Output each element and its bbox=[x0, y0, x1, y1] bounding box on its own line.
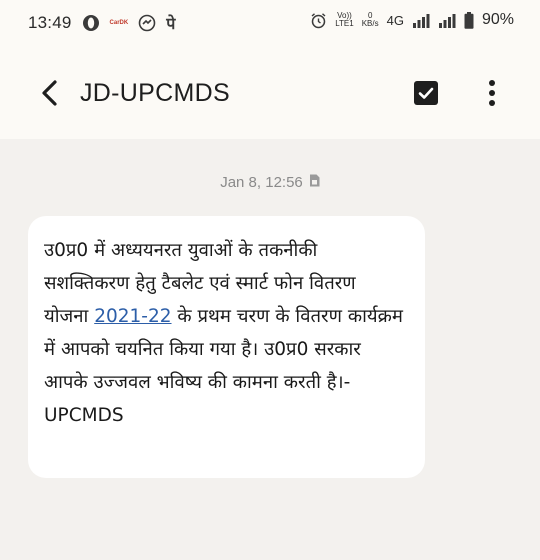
volte-indicator: Vo)) LTE1 bbox=[335, 11, 354, 28]
arrow-left-icon bbox=[42, 80, 57, 106]
network-type: 4G bbox=[386, 12, 404, 28]
conversation-title: JD-UPCMDS bbox=[80, 79, 230, 107]
dial-icon bbox=[138, 14, 156, 32]
alarm-icon bbox=[310, 12, 327, 29]
signal-icon bbox=[412, 13, 430, 28]
signal-icon-sim2 bbox=[438, 13, 456, 28]
data-speed-indicator: 0 KB/s bbox=[361, 11, 379, 28]
message-timestamp: Jan 8, 12:56 bbox=[0, 174, 540, 191]
message-text: उ0प्र0 में अध्ययनरत युवाओं के तकनीकी सशक… bbox=[44, 240, 403, 426]
more-vert-icon bbox=[489, 80, 495, 106]
more-options-button[interactable] bbox=[478, 77, 506, 109]
sim-card-icon bbox=[309, 174, 320, 191]
message-date: Jan 8, 12:56 bbox=[220, 174, 303, 191]
select-button[interactable] bbox=[412, 79, 440, 107]
checkbox-icon bbox=[414, 81, 438, 105]
status-time: 13:49 bbox=[28, 13, 72, 32]
status-left: 13:49 CarDK पे bbox=[28, 12, 175, 34]
battery-level: 90% bbox=[481, 11, 514, 28]
opera-icon bbox=[82, 14, 100, 32]
status-bar: 13:49 CarDK पे Vo)) LTE1 0 KB/s 4G 90% bbox=[0, 0, 540, 44]
message-bubble[interactable]: उ0प्र0 में अध्ययनरत युवाओं के तकनीकी सशक… bbox=[28, 216, 425, 478]
app-bar: JD-UPCMDS bbox=[0, 44, 540, 139]
cardekho-icon: CarDK bbox=[109, 20, 129, 26]
status-right: Vo)) LTE1 0 KB/s 4G 90% bbox=[310, 11, 514, 29]
message-link[interactable]: 2021-22 bbox=[94, 306, 171, 327]
battery-icon bbox=[464, 11, 474, 29]
back-button[interactable] bbox=[34, 78, 64, 108]
phonepe-icon: पे bbox=[166, 16, 176, 33]
